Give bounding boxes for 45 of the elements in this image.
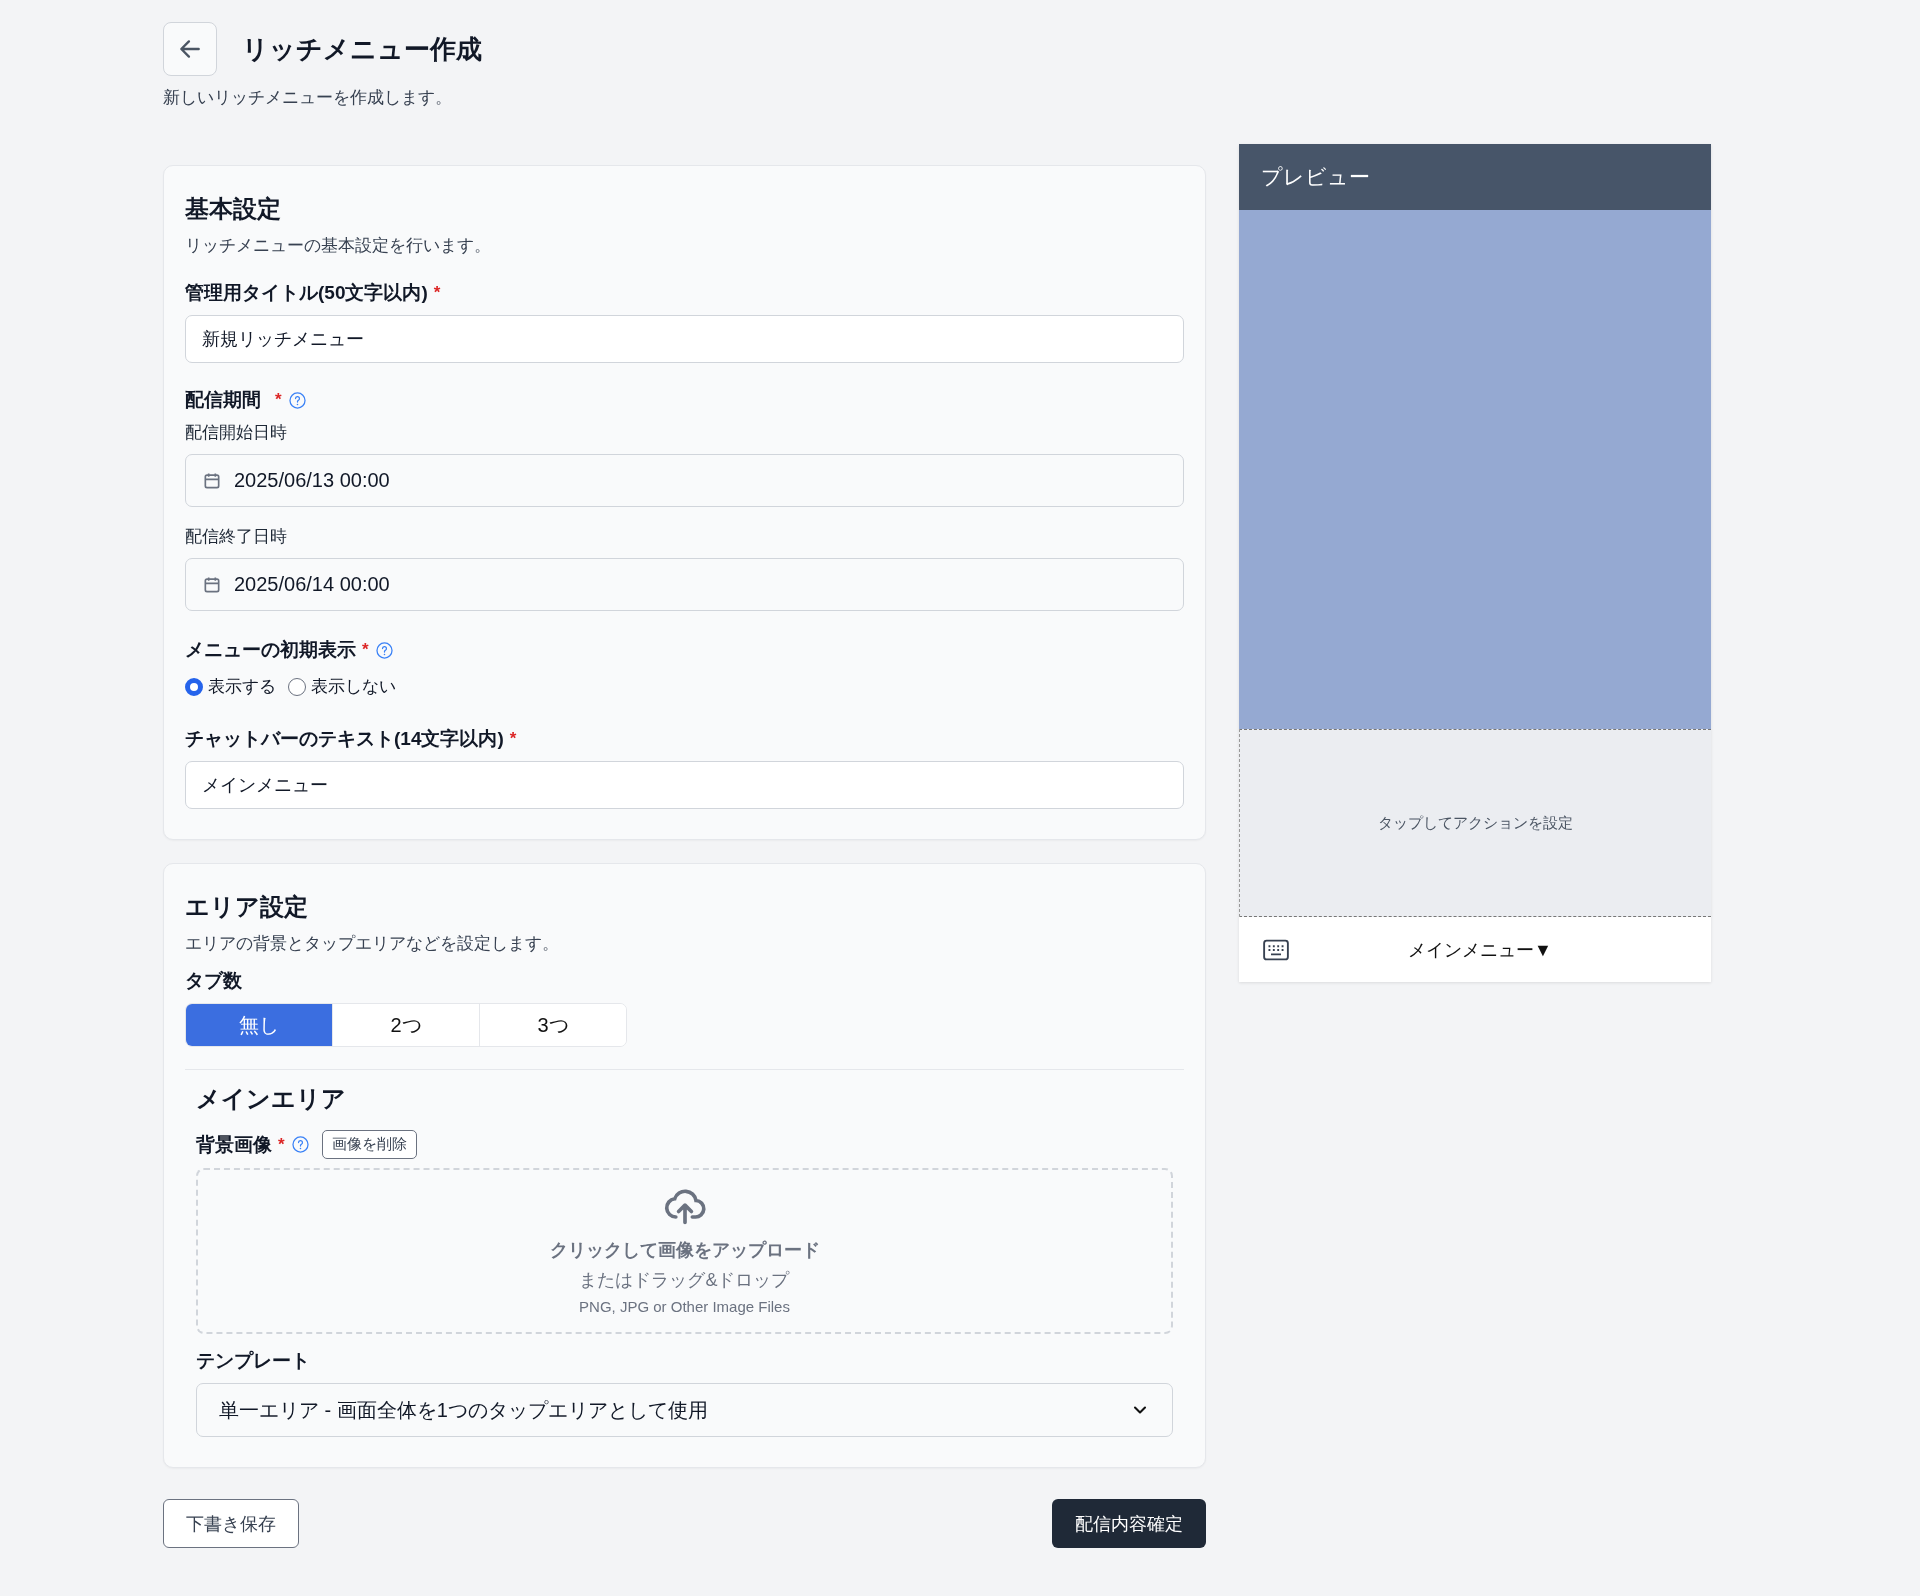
page-subtitle: 新しいリッチメニューを作成します。 xyxy=(163,87,453,109)
date-value: 2025/06/14 00:00 xyxy=(234,573,390,596)
section-description: エリアの背景とタップエリアなどを設定します。 xyxy=(185,933,560,955)
upload-subtitle: またはドラッグ&ドロップ xyxy=(579,1269,790,1292)
required-mark: * xyxy=(509,728,517,750)
confirm-button[interactable]: 配信内容確定 xyxy=(1052,1499,1206,1548)
section-title: エリア設定 xyxy=(185,892,309,922)
radio-option[interactable]: 表示しない xyxy=(288,675,396,698)
preview-header: プレビュー xyxy=(1239,144,1711,210)
date-input[interactable]: 2025/06/14 00:00 xyxy=(185,558,1184,611)
text-input[interactable]: メインメニュー xyxy=(185,761,1184,809)
field-label: 背景画像 xyxy=(196,1132,272,1157)
required-mark: * xyxy=(433,282,441,304)
required-mark: * xyxy=(362,639,369,661)
text-input[interactable]: 新規リッチメニュー xyxy=(185,315,1184,363)
field-sublabel: 配信終了日時 xyxy=(185,526,288,548)
template-select[interactable]: 単一エリア - 画面全体を1つのタップエリアとして使用 xyxy=(196,1383,1173,1437)
chat-bar-text[interactable]: メインメニュー▼ xyxy=(1291,937,1689,962)
section-title: 基本設定 xyxy=(185,194,282,224)
field-label: タブ数 xyxy=(185,969,242,993)
page-title: リッチメニュー作成 xyxy=(242,32,482,66)
field-sublabel: 配信開始日時 xyxy=(185,422,288,444)
radio-option[interactable]: 表示する xyxy=(185,675,276,698)
field-label: 配信期間 xyxy=(185,388,261,412)
select-value: 単一エリア - 画面全体を1つのタップエリアとして使用 xyxy=(219,1397,708,1423)
field-label: メニューの初期表示 xyxy=(185,638,356,662)
radio-label: 表示しない xyxy=(311,676,396,698)
tab-count-option[interactable]: 無し xyxy=(186,1004,333,1046)
required-mark: * xyxy=(275,389,282,411)
date-input[interactable]: 2025/06/13 00:00 xyxy=(185,454,1184,507)
tap-area[interactable]: タップしてアクションを設定 xyxy=(1239,729,1711,917)
section-description: リッチメニューの基本設定を行います。 xyxy=(185,235,492,257)
save-draft-button[interactable]: 下書き保存 xyxy=(163,1499,299,1548)
upload-hint: PNG, JPG or Other Image Files xyxy=(579,1298,790,1315)
upload-title: クリックして画像をアップロード xyxy=(549,1239,820,1262)
field-label: テンプレート xyxy=(196,1349,310,1373)
required-mark: * xyxy=(278,1133,285,1156)
delete-image-button[interactable]: 画像を削除 xyxy=(321,1130,417,1159)
field-label: チャットバーのテキスト(14文字以内) xyxy=(185,727,504,751)
date-value: 2025/06/13 00:00 xyxy=(234,469,390,492)
subsection-title: メインエリア xyxy=(196,1084,347,1114)
back-button[interactable] xyxy=(163,22,217,76)
upload-dropzone[interactable]: クリックして画像をアップロード またはドラッグ&ドロップ PNG, JPG or Other Image Files xyxy=(196,1168,1173,1334)
field-label: 管理用タイトル(50文字以内) xyxy=(185,281,428,305)
radio-label: 表示する xyxy=(208,676,276,698)
